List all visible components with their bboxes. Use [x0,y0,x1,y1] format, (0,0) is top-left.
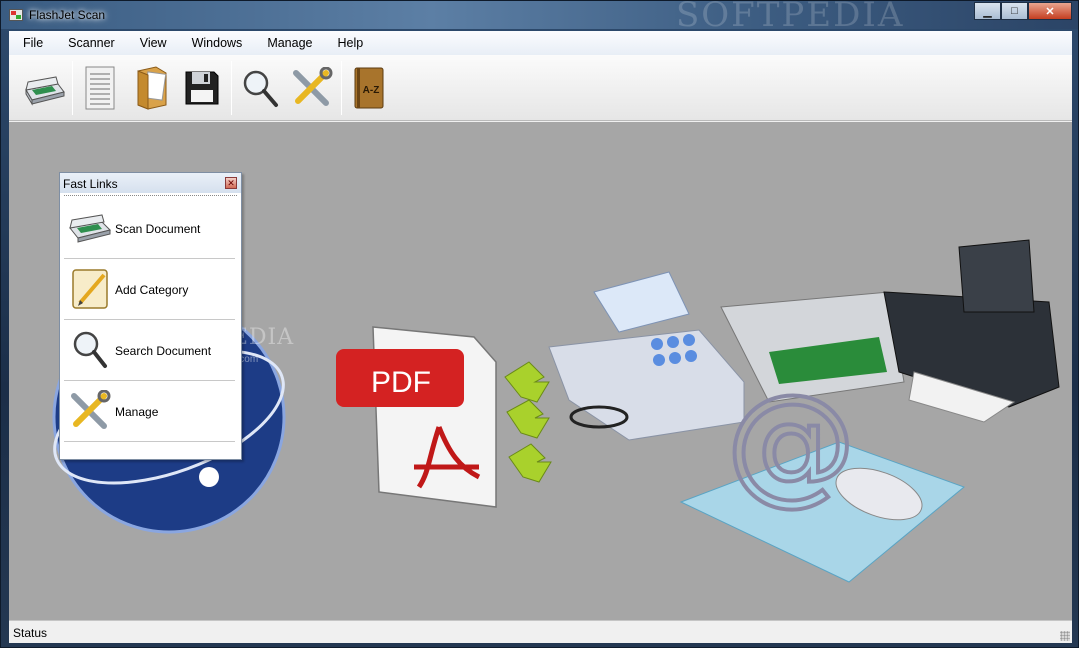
resize-grip[interactable] [1060,631,1070,641]
app-window: SOFTPEDIA FlashJet Scan ▁ □ ✕ File Scann… [0,0,1079,648]
fast-link-label: Add Category [115,283,189,297]
fast-link-label: Manage [115,405,159,419]
printer-icon [883,239,1060,423]
fast-link-search-document[interactable]: Search Document [64,321,235,381]
menu-help[interactable]: Help [324,36,375,50]
scanner-icon [25,76,65,106]
fast-link-manage[interactable]: Manage [64,382,235,442]
workspace: PDF @ Fast Links ✕ Scan Document Add Cat… [9,122,1072,620]
divider [64,195,237,196]
titlebar-watermark: SOFTPEDIA [676,0,905,35]
document-button[interactable] [77,63,123,113]
title-bar[interactable]: SOFTPEDIA FlashJet Scan ▁ □ ✕ [1,0,1078,35]
fast-links-title: Fast Links [63,177,118,191]
close-icon: ✕ [227,178,235,188]
close-icon: ✕ [1045,5,1055,18]
menu-file[interactable]: File [9,36,54,50]
menu-windows[interactable]: Windows [178,36,254,50]
tools-icon [71,390,111,429]
menu-scanner[interactable]: Scanner [54,36,126,50]
pdf-document-icon: PDF [336,326,497,508]
index-button[interactable]: A-Z [346,63,392,113]
document-icon [85,66,115,110]
notepad-pencil-icon [72,269,108,309]
menu-manage[interactable]: Manage [253,36,323,50]
open-folder-button[interactable] [129,63,175,113]
pdf-label: PDF [371,366,431,399]
maximize-icon: □ [1011,5,1018,17]
svg-text:A-Z: A-Z [363,85,380,96]
fast-links-panel: Fast Links ✕ Scan Document Add Category … [59,172,242,460]
app-icon[interactable] [9,9,23,21]
status-bar: Status [9,620,1072,643]
client-area: File Scanner View Windows Manage Help A-… [9,31,1072,643]
fast-link-label: Search Document [115,344,212,358]
folder-icon [137,66,167,110]
status-text: Status [13,626,48,640]
fax-icon [548,271,745,441]
scanner-icon [69,214,111,243]
scan-button[interactable] [21,63,67,113]
window-title: FlashJet Scan [29,8,106,22]
tools-icon [293,67,333,106]
maximize-button[interactable]: □ [1001,2,1028,20]
close-button[interactable]: ✕ [1028,2,1072,20]
magnifier-icon [243,70,278,107]
fast-link-label: Scan Document [115,222,201,236]
fast-links-header[interactable]: Fast Links ✕ [60,173,241,193]
fast-links-close-button[interactable]: ✕ [225,177,237,189]
minimize-icon: ▁ [983,5,992,18]
arrow-icons [504,361,552,483]
search-button[interactable] [237,63,283,113]
magnifier-icon [73,331,107,368]
toolbar: A-Z [9,55,1072,121]
menu-view[interactable]: View [126,36,178,50]
az-book-icon: A-Z [354,67,384,109]
tools-button[interactable] [289,63,335,113]
save-button[interactable] [179,63,225,113]
fast-link-scan-document[interactable]: Scan Document [64,199,235,259]
menu-bar: File Scanner View Windows Manage Help [9,31,1072,55]
minimize-button[interactable]: ▁ [974,2,1001,20]
fast-link-add-category[interactable]: Add Category [64,260,235,320]
floppy-save-icon [185,71,219,105]
at-symbol: @ [726,366,856,518]
